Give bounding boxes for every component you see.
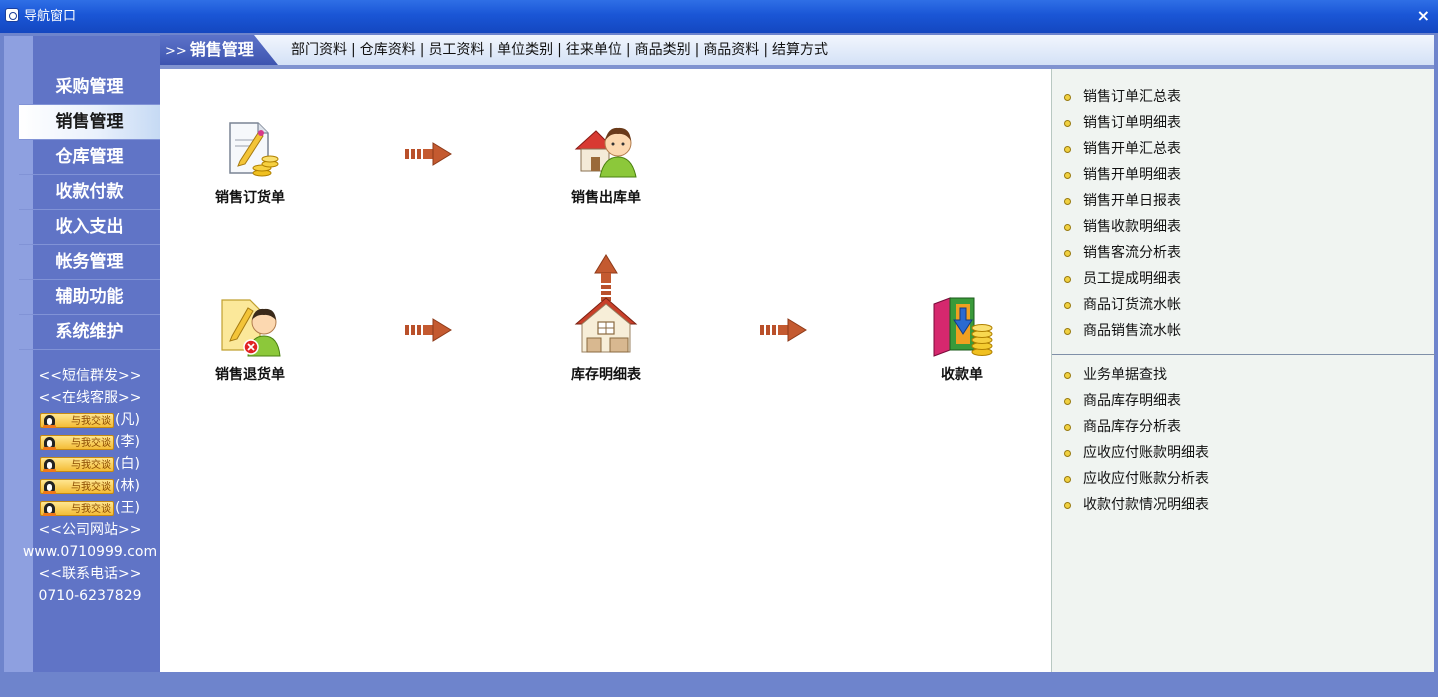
qq-chat-row: 与我交谈 (李) [4,431,176,453]
link-product-categories[interactable]: 商品类别 [635,42,691,58]
link-unit-categories[interactable]: 单位类别 [497,42,553,58]
report-link[interactable]: 销售订单汇总表 [1052,84,1435,110]
report-link[interactable]: 销售开单汇总表 [1052,136,1435,162]
qq-chat-button[interactable]: 与我交谈 [40,412,115,428]
flow-arrow-right-icon [405,318,452,342]
sidebar-item-system[interactable]: 系统维护 [19,315,160,350]
sidebar-item-purchase[interactable]: 采购管理 [19,70,160,105]
report-link[interactable]: 收款付款情况明细表 [1052,492,1435,518]
report-link[interactable]: 应收应付账款分析表 [1052,466,1435,492]
sales-order-icon [218,117,282,181]
website-label: <<公司网站>> [38,522,142,538]
qq-penguin-icon [43,480,57,494]
sidebar-item-warehouse[interactable]: 仓库管理 [19,140,160,175]
qq-penguin-icon [43,458,57,472]
report-panel: 销售订单汇总表 销售订单明细表 销售开单汇总表 销售开单明细表 销售开单日报表 … [1051,69,1435,672]
sales-report-list: 销售订单汇总表 销售订单明细表 销售开单汇总表 销售开单明细表 销售开单日报表 … [1052,84,1435,344]
inventory-report-list: 业务单据查找 商品库存明细表 商品库存分析表 应收应付账款明细表 应收应付账款分… [1052,362,1435,518]
sidebar-info: <<短信群发>> <<在线客服>> 与我交谈 (凡) 与我交谈 (李) 与我交谈 (白… [4,365,176,607]
phone-number: 0710-6237829 [38,588,142,604]
qq-chat-button[interactable]: 与我交谈 [40,478,115,494]
qq-chat-button[interactable]: 与我交谈 [40,500,115,516]
window-frame: 采购管理 销售管理 仓库管理 收款付款 收入支出 帐务管理 辅助功能 系统维护 … [0,33,1438,697]
ledger-coins-icon [930,294,994,358]
app-icon [5,8,19,22]
sales-order-node[interactable]: 销售订货单 [190,117,310,207]
sales-return-icon [218,294,282,358]
link-products[interactable]: 商品资料 [703,42,759,58]
report-link[interactable]: 销售开单日报表 [1052,188,1435,214]
main-area: >> 销售管理 部门资料 | 仓库资料 | 员工资料 | 单位类别 | 往来单位 | 商品类别 | 商品资… [160,33,1435,672]
report-divider [1052,354,1435,355]
staff-name: (王) [115,500,140,516]
report-link[interactable]: 销售订单明细表 [1052,110,1435,136]
staff-name: (凡) [115,412,140,428]
qq-chat-row: 与我交谈 (白) [4,453,176,475]
report-link[interactable]: 商品订货流水帐 [1052,292,1435,318]
qq-chat-row: 与我交谈 (凡) [4,409,176,431]
phone-label: <<联系电话>> [38,566,142,582]
sidebar: 采购管理 销售管理 仓库管理 收款付款 收入支出 帐务管理 辅助功能 系统维护 … [4,36,160,672]
report-link[interactable]: 商品库存明细表 [1052,388,1435,414]
window-title: 导航窗口 [24,9,77,24]
sidebar-item-income-expense[interactable]: 收入支出 [19,210,160,245]
link-warehouses[interactable]: 仓库资料 [360,42,416,58]
link-partners[interactable]: 往来单位 [566,42,622,58]
report-link[interactable]: 销售开单明细表 [1052,162,1435,188]
qq-chat-row: 与我交谈 (林) [4,475,176,497]
link-employees[interactable]: 员工资料 [428,42,484,58]
sidebar-item-receipts-payments[interactable]: 收款付款 [19,175,160,210]
sidebar-item-accounts[interactable]: 帐务管理 [19,245,160,280]
sidebar-menu: 采购管理 销售管理 仓库管理 收款付款 收入支出 帐务管理 辅助功能 系统维护 [19,70,160,350]
flow-arrow-right-icon [405,142,452,166]
receipt-node[interactable]: 收款单 [902,294,1022,384]
qq-penguin-icon [43,414,57,428]
qq-penguin-icon [43,502,57,516]
flow-arrow-right-icon [760,318,807,342]
staff-name: (李) [115,434,140,450]
staff-name: (白) [115,456,140,472]
sales-outbound-node[interactable]: 销售出库单 [546,117,666,207]
house-icon [574,294,638,358]
sales-outbound-icon [574,117,638,181]
close-button[interactable]: × [1417,6,1430,26]
flow-panel: 销售订货单 销售出库单 销售退货单 库存明细表 收款单 [160,69,1051,672]
report-link[interactable]: 应收应付账款明细表 [1052,440,1435,466]
sidebar-item-sales[interactable]: 销售管理 [19,105,160,140]
link-departments[interactable]: 部门资料 [291,42,347,58]
report-link[interactable]: 员工提成明细表 [1052,266,1435,292]
qq-chat-button[interactable]: 与我交谈 [40,456,115,472]
website-link[interactable]: www.0710999.com [4,541,176,563]
report-link[interactable]: 商品库存分析表 [1052,414,1435,440]
staff-name: (林) [115,478,140,494]
qq-chat-row: 与我交谈 (王) [4,497,176,519]
online-service-label: <<在线客服>> [38,390,142,406]
link-settlement-methods[interactable]: 结算方式 [772,42,828,58]
sms-link[interactable]: <<短信群发>> [4,365,176,387]
inventory-detail-node[interactable]: 库存明细表 [546,294,666,384]
qq-penguin-icon [43,436,57,450]
sidebar-item-auxiliary[interactable]: 辅助功能 [19,280,160,315]
tab-sales-management[interactable]: >> 销售管理 [160,35,278,65]
report-link[interactable]: 商品销售流水帐 [1052,318,1435,344]
qq-chat-button[interactable]: 与我交谈 [40,434,115,450]
title-bar: 导航窗口 × [0,0,1438,33]
module-tab-bar: >> 销售管理 部门资料 | 仓库资料 | 员工资料 | 单位类别 | 往来单位 | 商品类别 | 商品资… [160,35,1434,69]
sales-return-node[interactable]: 销售退货单 [190,294,310,384]
report-link[interactable]: 业务单据查找 [1052,362,1435,388]
report-link[interactable]: 销售客流分析表 [1052,240,1435,266]
basic-data-links: 部门资料 | 仓库资料 | 员工资料 | 单位类别 | 往来单位 | 商品类别 | 商品资料 | 结算方式 [291,42,829,58]
report-link[interactable]: 销售收款明细表 [1052,214,1435,240]
